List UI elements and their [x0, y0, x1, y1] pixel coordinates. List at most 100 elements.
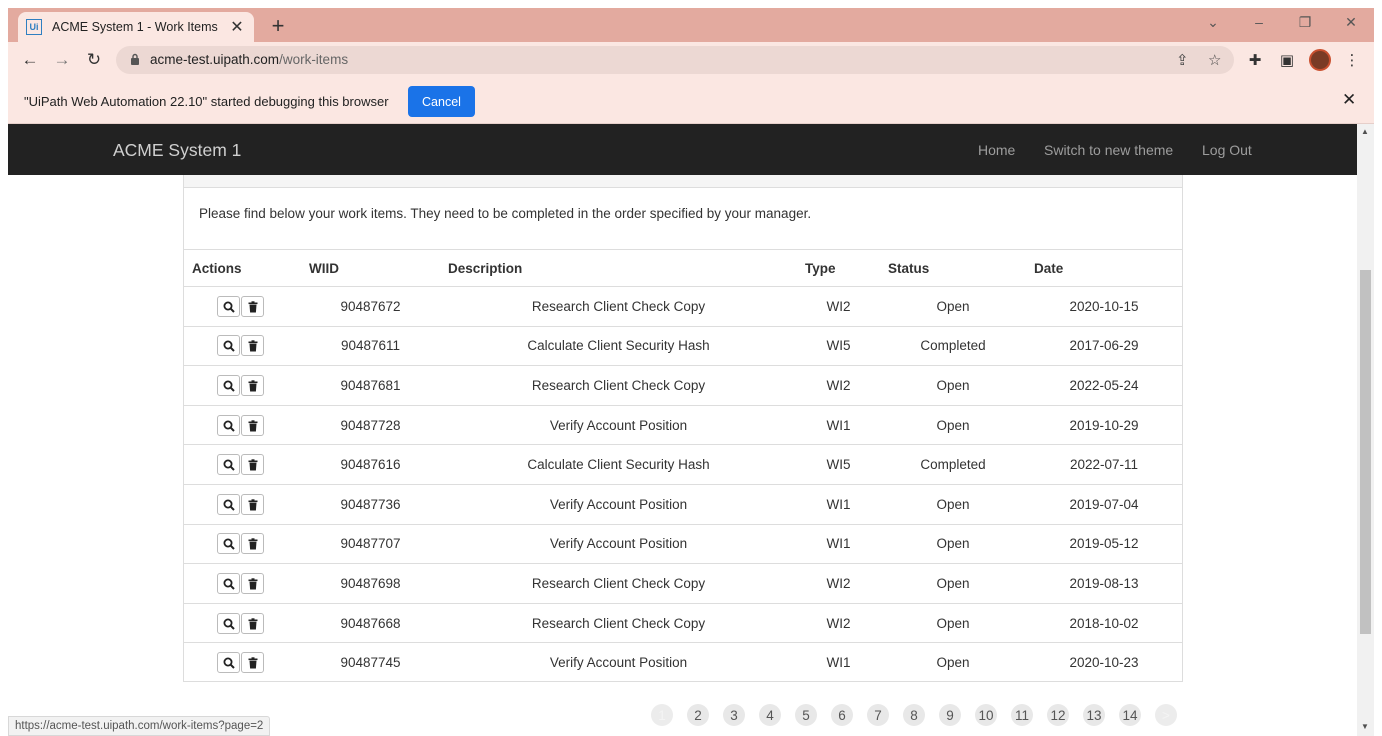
col-header-date: Date: [1026, 249, 1182, 287]
page-next-button[interactable]: >: [1155, 704, 1177, 726]
forward-arrow-icon[interactable]: →: [50, 49, 74, 71]
status-cell: Completed: [880, 444, 1026, 485]
tab-search-chevron-icon[interactable]: ⌄: [1201, 14, 1225, 31]
status-cell: Open: [880, 563, 1026, 604]
url-path: /work-items: [279, 52, 349, 67]
scroll-down-arrow-icon[interactable]: ▼: [1361, 722, 1369, 731]
type-cell: WI1: [797, 524, 880, 565]
wiid-cell: 90487728: [301, 405, 440, 446]
delete-item-trash-icon[interactable]: [241, 454, 264, 476]
uipath-favicon-icon: Ui: [26, 19, 42, 35]
side-panel-icon[interactable]: ▣: [1277, 51, 1297, 69]
cancel-debugging-button[interactable]: Cancel: [408, 86, 475, 117]
status-cell: Open: [880, 365, 1026, 406]
table-row: 90487681 Research Client Check Copy WI2 Ope…: [184, 365, 1182, 406]
delete-item-trash-icon[interactable]: [241, 295, 264, 317]
scroll-up-arrow-icon[interactable]: ▲: [1361, 127, 1369, 136]
page-link-3[interactable]: 3: [723, 704, 745, 726]
tab-strip: Ui ACME System 1 - Work Items ✕ + ⌄ – ❐ …: [8, 8, 1374, 42]
type-cell: WI5: [797, 444, 880, 485]
view-item-magnifier-icon[interactable]: [217, 454, 240, 476]
view-item-magnifier-icon[interactable]: [217, 612, 240, 634]
page-link-7[interactable]: 7: [867, 704, 889, 726]
table-row: 90487698 Research Client Check Copy WI2 Ope…: [184, 563, 1182, 604]
delete-item-trash-icon[interactable]: [241, 374, 264, 396]
scroll-thumb[interactable]: [1360, 270, 1371, 634]
page-link-2[interactable]: 2: [687, 704, 709, 726]
share-icon[interactable]: ⇪: [1176, 51, 1189, 69]
page-link-10[interactable]: 10: [975, 704, 997, 726]
description-cell: Research Client Check Copy: [440, 365, 797, 406]
new-tab-plus-icon[interactable]: +: [266, 13, 290, 39]
actions-cell: [184, 563, 301, 604]
wiid-cell: 90487616: [301, 444, 440, 485]
view-item-magnifier-icon[interactable]: [217, 493, 240, 515]
infobar-close-icon[interactable]: ✕: [1342, 90, 1356, 110]
col-header-status: Status: [880, 249, 1026, 287]
menu-kebab-icon[interactable]: ⋮: [1342, 51, 1362, 69]
view-item-magnifier-icon[interactable]: [217, 335, 240, 357]
nav-home-link[interactable]: Home: [978, 142, 1015, 158]
profile-avatar[interactable]: [1309, 49, 1331, 71]
description-cell: Research Client Check Copy: [440, 563, 797, 604]
col-header-type: Type: [797, 249, 880, 287]
window-close-icon[interactable]: ✕: [1339, 14, 1363, 31]
minimize-icon[interactable]: –: [1247, 14, 1271, 30]
delete-item-trash-icon[interactable]: [241, 335, 264, 357]
view-item-magnifier-icon[interactable]: [217, 652, 240, 674]
page-link-6[interactable]: 6: [831, 704, 853, 726]
nav-logout-link[interactable]: Log Out: [1202, 142, 1252, 158]
type-cell: WI2: [797, 563, 880, 604]
col-header-wiid: WIID: [301, 249, 440, 287]
bookmark-star-icon[interactable]: ☆: [1208, 51, 1221, 69]
page-scrollbar[interactable]: ▲ ▼: [1357, 124, 1374, 736]
restore-icon[interactable]: ❐: [1293, 14, 1317, 31]
page-link-9[interactable]: 9: [939, 704, 961, 726]
delete-item-trash-icon[interactable]: [241, 652, 264, 674]
site-brand[interactable]: ACME System 1: [113, 140, 241, 161]
date-cell: 2019-10-29: [1026, 405, 1182, 446]
view-item-magnifier-icon[interactable]: [217, 295, 240, 317]
back-arrow-icon[interactable]: ←: [18, 49, 42, 71]
page-link-5[interactable]: 5: [795, 704, 817, 726]
view-item-magnifier-icon[interactable]: [217, 572, 240, 594]
description-cell: Research Client Check Copy: [440, 286, 797, 327]
address-bar[interactable]: acme-test.uipath.com/work-items ⇪ ☆: [116, 46, 1234, 74]
work-items-instructions: Please find below your work items. They …: [199, 206, 812, 221]
nav-switch-theme-link[interactable]: Switch to new theme: [1044, 142, 1173, 158]
view-item-magnifier-icon[interactable]: [217, 414, 240, 436]
page-link-12[interactable]: 12: [1047, 704, 1069, 726]
url-text: acme-test.uipath.com/work-items: [150, 52, 348, 67]
actions-cell: [184, 643, 301, 683]
page-link-14[interactable]: 14: [1119, 704, 1141, 726]
view-item-magnifier-icon[interactable]: [217, 374, 240, 396]
date-cell: 2019-08-13: [1026, 563, 1182, 604]
debugging-infobar: "UiPath Web Automation 22.10" started de…: [8, 78, 1374, 124]
page-link-1[interactable]: 1: [651, 704, 673, 726]
reload-icon[interactable]: ↻: [82, 49, 106, 71]
delete-item-trash-icon[interactable]: [241, 414, 264, 436]
extensions-puzzle-icon[interactable]: ✚: [1245, 51, 1265, 69]
wiid-cell: 90487672: [301, 286, 440, 327]
wiid-cell: 90487668: [301, 603, 440, 644]
type-cell: WI1: [797, 405, 880, 446]
page-link-11[interactable]: 11: [1011, 704, 1033, 726]
page-link-13[interactable]: 13: [1083, 704, 1105, 726]
wiid-cell: 90487681: [301, 365, 440, 406]
date-cell: 2019-07-04: [1026, 484, 1182, 525]
delete-item-trash-icon[interactable]: [241, 533, 264, 555]
page-link-8[interactable]: 8: [903, 704, 925, 726]
col-header-actions: Actions: [184, 249, 301, 287]
type-cell: WI2: [797, 365, 880, 406]
work-items-table: Actions WIID Description Type Status Dat…: [184, 249, 1182, 682]
browser-tab[interactable]: Ui ACME System 1 - Work Items ✕: [18, 12, 254, 42]
delete-item-trash-icon[interactable]: [241, 572, 264, 594]
page-link-4[interactable]: 4: [759, 704, 781, 726]
view-item-magnifier-icon[interactable]: [217, 533, 240, 555]
status-cell: Completed: [880, 326, 1026, 367]
tab-close-icon[interactable]: ✕: [228, 17, 246, 37]
date-cell: 2020-10-23: [1069, 655, 1139, 671]
page-viewport: ACME System 1 Home Switch to new theme L…: [8, 124, 1374, 736]
delete-item-trash-icon[interactable]: [241, 493, 264, 515]
delete-item-trash-icon[interactable]: [241, 612, 264, 634]
